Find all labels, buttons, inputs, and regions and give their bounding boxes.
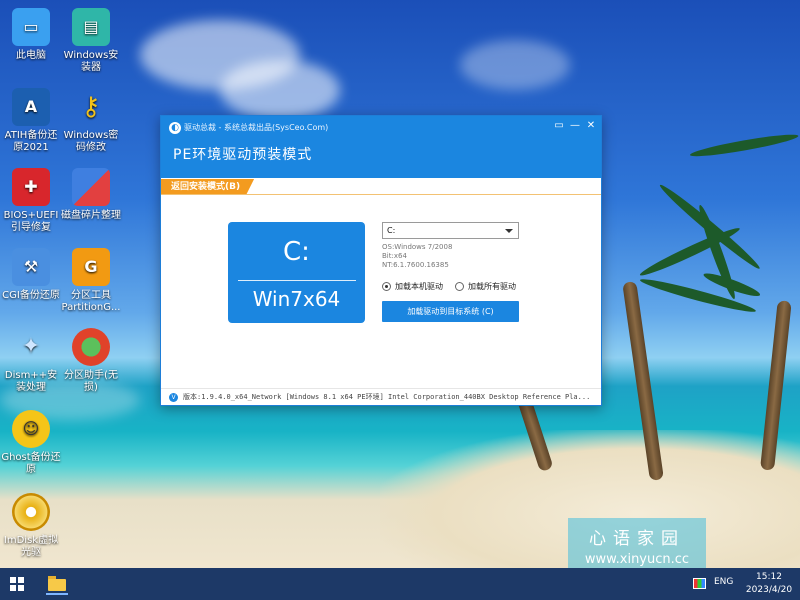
radio-load-local-drivers[interactable]: 加载本机驱动 <box>382 281 443 292</box>
divider <box>161 194 601 195</box>
desktop-icon-partition-assistant[interactable]: 分区助手(无损) <box>60 328 122 394</box>
desktop-icon-label: CGI备份还原 <box>2 290 60 301</box>
desktop-icon-bios-uefi[interactable]: ✚ BIOS+UEFI引导修复 <box>0 168 62 234</box>
info-nt: NT:6.1.7600.16385 <box>382 261 449 269</box>
chevron-down-icon <box>505 229 513 233</box>
desktop-icon-label: 此电脑 <box>16 50 46 61</box>
desktop-background: ▭ 此电脑 ▤ Windows安装器 A ATIH备份还原2021 ⚷ Wind… <box>0 0 800 568</box>
toolbox-icon: ✚ <box>12 168 50 206</box>
title-bar: ◐ 驱动总裁 - 系统总裁出品(SysCeo.Com) ▭ — ✕ PE环境驱动… <box>161 116 601 178</box>
drive-select[interactable]: C: <box>382 222 519 239</box>
desktop-icon-label: ImDisk虚拟光驱 <box>3 535 59 558</box>
load-drivers-button[interactable]: 加载驱动到目标系统 (C) <box>382 301 519 322</box>
desktop-icon-label: 分区工具PartitionG... <box>61 290 121 313</box>
computer-icon: ▭ <box>12 8 50 46</box>
desktop-icon-label: Windows安装器 <box>63 50 119 73</box>
desktop-icon-cgi[interactable]: ⚒ CGI备份还原 <box>0 248 62 302</box>
mode-heading: PE环境驱动预装模式 <box>173 147 313 163</box>
disc-icon <box>12 493 50 531</box>
site-watermark: 心语家园 www.xinyucn.cc <box>568 518 706 568</box>
start-button[interactable] <box>10 577 24 591</box>
clock-date: 2023/4/20 <box>745 585 793 595</box>
desktop-icon-label: Dism++安装处理 <box>4 370 58 393</box>
partition-icon: G <box>72 248 110 286</box>
key-icon: ⚷ <box>81 92 101 122</box>
desktop-icon-label: ATIH备份还原2021 <box>4 130 58 153</box>
ghost-icon: ☺ <box>12 410 50 448</box>
watermark-url: www.xinyucn.cc <box>584 552 690 567</box>
watermark-name: 心语家园 <box>589 529 685 549</box>
back-to-install-mode-button[interactable]: 返回安装模式(B) <box>161 179 254 195</box>
taskbar: ENG 15:12 2023/4/20 <box>0 568 800 600</box>
radio-checked-icon <box>382 282 391 291</box>
info-os: OS:Windows 7/2008 <box>382 243 453 251</box>
app-logo-icon: ◐ <box>169 122 181 134</box>
close-icon[interactable]: ✕ <box>583 119 599 133</box>
acronis-icon: A <box>12 88 50 126</box>
desktop-icon-label: 分区助手(无损) <box>64 370 118 393</box>
radio-label: 加载所有驱动 <box>468 282 516 291</box>
window-title: 驱动总裁 - 系统总裁出品(SysCeo.Com) <box>184 123 329 132</box>
clock[interactable]: 15:12 2023/4/20 <box>744 571 794 597</box>
file-explorer-icon[interactable] <box>46 573 68 595</box>
desktop-icon-defrag[interactable]: 磁盘碎片整理 <box>60 168 122 222</box>
desktop-icon-label: Ghost备份还原 <box>1 452 61 475</box>
display-tray-icon[interactable] <box>693 578 706 589</box>
desktop-icon-password[interactable]: ⚷ Windows密码修改 <box>60 88 122 154</box>
desktop-icon-windows-installer[interactable]: ▤ Windows安装器 <box>60 8 122 74</box>
radio-label: 加载本机驱动 <box>395 282 443 291</box>
drive-letter: C: <box>283 237 310 267</box>
desktop-icon-ghost[interactable]: ☺ Ghost备份还原 <box>0 410 62 476</box>
installer-icon: ▤ <box>72 8 110 46</box>
minimize-icon[interactable]: — <box>567 119 583 133</box>
defrag-icon <box>72 168 110 206</box>
radio-load-all-drivers[interactable]: 加载所有驱动 <box>455 281 516 292</box>
divider <box>237 280 356 281</box>
info-bit: Bit:x64 <box>382 252 407 260</box>
version-status-bar: V 版本:1.9.4.0_x64_Network [Windows 8.1 x6… <box>161 388 601 405</box>
partition-assistant-icon <box>72 328 110 366</box>
desktop-icon-imdisk[interactable]: ImDisk虚拟光驱 <box>0 493 62 559</box>
desktop-icon-this-pc[interactable]: ▭ 此电脑 <box>0 8 62 62</box>
desktop-icon-dism[interactable]: ✦ Dism++安装处理 <box>0 328 62 394</box>
driver-dialog-window: ◐ 驱动总裁 - 系统总裁出品(SysCeo.Com) ▭ — ✕ PE环境驱动… <box>160 115 602 406</box>
drive-select-value: C: <box>387 226 396 235</box>
desktop-icon-label: 磁盘碎片整理 <box>61 210 121 221</box>
desktop-icon-atih[interactable]: A ATIH备份还原2021 <box>0 88 62 154</box>
skin-icon[interactable]: ▭ <box>551 119 567 133</box>
drive-os: Win7x64 <box>252 287 341 311</box>
version-text: 版本:1.9.4.0_x64_Network [Windows 8.1 x64 … <box>183 393 591 401</box>
cgi-icon: ⚒ <box>12 248 50 286</box>
desktop-icon-partitionguru[interactable]: G 分区工具PartitionG... <box>60 248 122 314</box>
dism-icon: ✦ <box>21 334 41 359</box>
radio-unchecked-icon <box>455 282 464 291</box>
desktop-icon-label: BIOS+UEFI引导修复 <box>3 210 59 233</box>
language-indicator[interactable]: ENG <box>714 577 733 587</box>
target-drive-panel: C: Win7x64 <box>228 222 365 323</box>
version-icon: V <box>169 392 178 402</box>
desktop-icon-label: Windows密码修改 <box>63 130 119 153</box>
clock-time: 15:12 <box>756 572 782 582</box>
